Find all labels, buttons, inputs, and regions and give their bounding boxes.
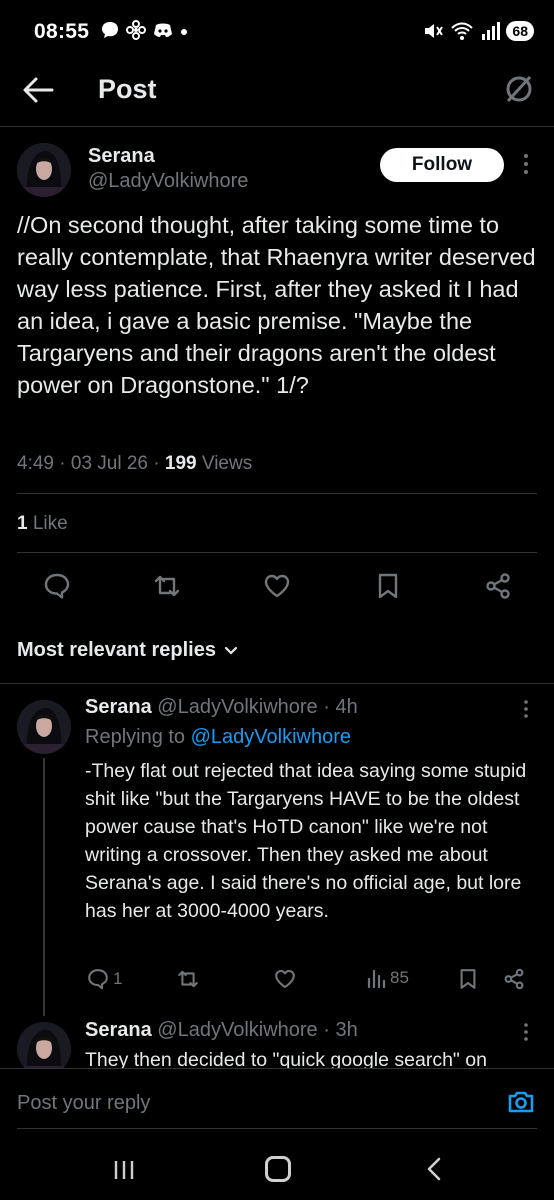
chat-bubble-icon bbox=[102, 22, 118, 38]
author-handle[interactable]: @LadyVolkiwhore bbox=[88, 170, 248, 193]
status-time: 08:55 bbox=[34, 20, 90, 43]
share-icon[interactable] bbox=[483, 571, 513, 601]
share-icon[interactable] bbox=[502, 967, 526, 991]
replying-to: Replying to @LadyVolkiwhore bbox=[85, 726, 351, 749]
back-arrow-icon[interactable] bbox=[22, 76, 54, 104]
battery-indicator: 68 bbox=[506, 21, 534, 41]
views-count[interactable]: 199 bbox=[165, 453, 197, 474]
analytics-icon bbox=[367, 969, 386, 989]
likes-divider bbox=[17, 552, 537, 553]
tweet-date: 03 Jul 26 bbox=[70, 453, 148, 474]
reply-header: Serana @LadyVolkiwhore · 4h bbox=[85, 696, 358, 718]
pinwheel-icon bbox=[126, 20, 146, 40]
reply-input[interactable]: Post your reply bbox=[17, 1092, 150, 1115]
tweet-text: //On second thought, after taking some t… bbox=[17, 212, 536, 398]
mute-icon bbox=[425, 24, 444, 38]
reply-header: Serana @LadyVolkiwhore · 3h bbox=[85, 1019, 358, 1041]
avatar-portrait bbox=[17, 143, 71, 197]
repost-icon[interactable] bbox=[152, 571, 182, 601]
thread-line bbox=[43, 758, 45, 1016]
author-name[interactable]: Serana bbox=[88, 145, 155, 168]
nav-back-icon[interactable] bbox=[424, 1156, 444, 1182]
reply-icon[interactable] bbox=[42, 571, 72, 601]
replying-to-prefix: Replying to bbox=[85, 726, 186, 748]
like-icon[interactable] bbox=[273, 967, 297, 991]
tweet-time: 4:49 bbox=[17, 453, 54, 474]
discord-icon bbox=[154, 23, 172, 37]
replies-sort-label: Most relevant replies bbox=[17, 639, 216, 661]
dot-icon bbox=[181, 29, 187, 35]
reply-count: 1 bbox=[113, 969, 123, 988]
like-icon[interactable] bbox=[262, 571, 292, 601]
more-vertical-icon[interactable] bbox=[519, 697, 533, 721]
avatar[interactable] bbox=[17, 143, 71, 197]
reply-views: 85 bbox=[390, 968, 409, 987]
more-vertical-icon[interactable] bbox=[519, 1020, 533, 1044]
compose-underline bbox=[17, 1128, 537, 1129]
reply-author-handle[interactable]: @LadyVolkiwhore bbox=[157, 696, 317, 718]
views-label: Views bbox=[201, 453, 253, 474]
reply-avatar[interactable] bbox=[17, 700, 71, 754]
reply-views-button[interactable]: 85 bbox=[366, 967, 409, 989]
page-title: Post bbox=[98, 74, 157, 104]
header-divider bbox=[0, 126, 554, 127]
recent-apps-icon[interactable] bbox=[112, 1158, 136, 1182]
tweet-meta: 4:49 · 03 Jul 26 · 199 Views bbox=[17, 453, 253, 474]
wifi-icon bbox=[451, 22, 474, 40]
camera-icon[interactable] bbox=[506, 1087, 536, 1117]
reply-age: 3h bbox=[335, 1019, 358, 1041]
reply-author-name[interactable]: Serana bbox=[85, 696, 152, 718]
likes-count: 1 bbox=[17, 513, 28, 534]
home-button-icon[interactable] bbox=[265, 1156, 291, 1182]
likes-count-row[interactable]: 1 Like bbox=[17, 513, 68, 535]
system-status-icons: 68 bbox=[422, 20, 534, 42]
compose-divider bbox=[0, 1068, 554, 1069]
meta-divider bbox=[17, 493, 537, 494]
reply-age: 4h bbox=[335, 696, 358, 718]
more-vertical-icon[interactable] bbox=[519, 150, 533, 178]
repost-icon[interactable] bbox=[176, 967, 200, 991]
grok-icon[interactable] bbox=[504, 74, 534, 104]
reply-text: -They flat out rejected that idea saying… bbox=[85, 760, 527, 922]
likes-label: Like bbox=[32, 513, 68, 534]
signal-icon bbox=[482, 22, 501, 40]
replying-to-handle[interactable]: @LadyVolkiwhore bbox=[191, 726, 351, 748]
bookmark-icon[interactable] bbox=[456, 967, 480, 991]
notification-icons bbox=[100, 20, 188, 40]
avatar-portrait bbox=[17, 700, 71, 754]
reply-author-handle[interactable]: @LadyVolkiwhore bbox=[157, 1019, 317, 1041]
replies-divider bbox=[0, 683, 554, 684]
bookmark-icon[interactable] bbox=[373, 571, 403, 601]
replies-sort-dropdown[interactable]: Most relevant replies bbox=[17, 639, 238, 662]
reply-icon bbox=[88, 969, 108, 990]
reply-author-name[interactable]: Serana bbox=[85, 1019, 152, 1041]
reply-reply-button[interactable]: 1 bbox=[86, 967, 122, 991]
follow-button[interactable]: Follow bbox=[380, 148, 504, 182]
chevron-down-icon bbox=[224, 646, 238, 655]
